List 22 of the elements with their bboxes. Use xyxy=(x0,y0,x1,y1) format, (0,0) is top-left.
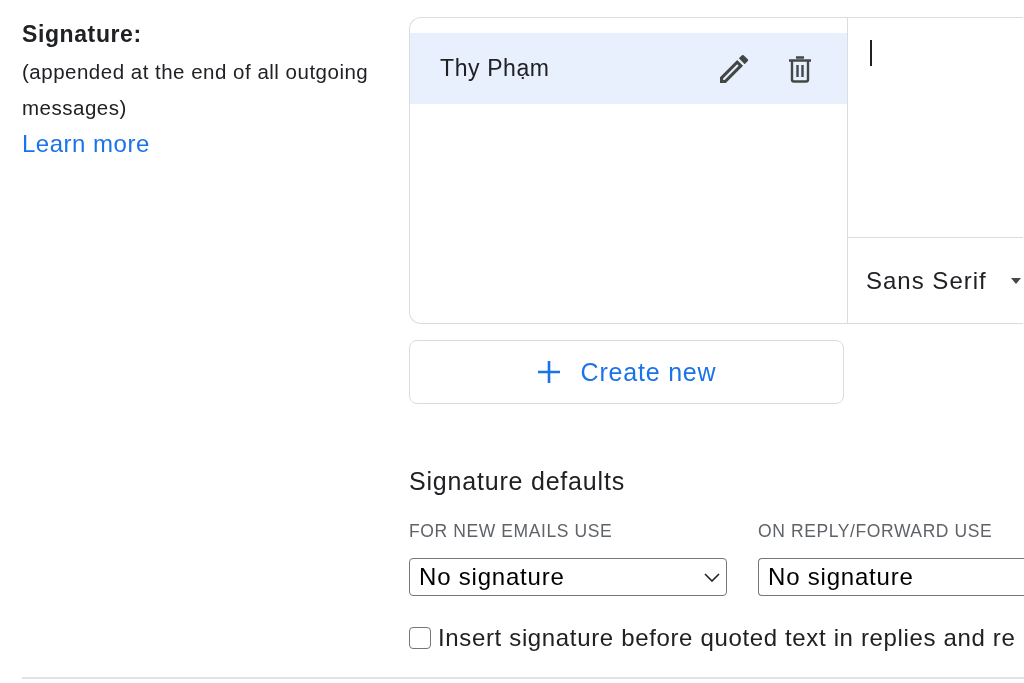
checkbox[interactable] xyxy=(409,627,431,649)
pencil-icon xyxy=(720,54,748,83)
learn-more-link[interactable]: Learn more xyxy=(22,126,150,162)
create-new-button[interactable]: Create new xyxy=(409,340,844,404)
signature-select[interactable]: No signature xyxy=(758,558,1024,596)
text-cursor-icon xyxy=(870,40,872,66)
field-label: ON REPLY/FORWARD USE xyxy=(758,521,994,541)
edit-button[interactable] xyxy=(720,54,748,83)
caret-icon xyxy=(1011,277,1021,284)
trash-icon xyxy=(788,54,812,83)
font-select[interactable]: Sans Serif xyxy=(848,258,1023,303)
signature-select[interactable]: No signature xyxy=(409,558,727,596)
plus-icon xyxy=(536,360,561,384)
field-label: FOR NEW EMAILS USE xyxy=(409,521,614,541)
setting-description: (appended at the end of all outgoing messages) xyxy=(22,59,370,121)
setting-label: Signature: xyxy=(22,20,142,48)
checkbox-label: Insert signature before quoted text in replies and re xyxy=(438,624,1016,652)
signature-list-item[interactable]: Thy Phạm xyxy=(410,33,847,104)
delete-button[interactable] xyxy=(788,54,812,83)
section-heading: Signature defaults xyxy=(409,468,625,494)
signature-name: Thy Phạm xyxy=(440,55,551,82)
chevron-down-icon xyxy=(704,572,720,582)
